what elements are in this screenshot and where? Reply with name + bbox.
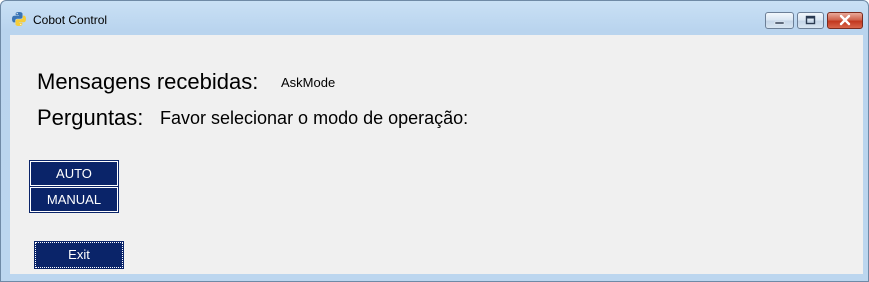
client-area: Mensagens recebidas: AskMode Perguntas: … bbox=[10, 35, 863, 274]
messages-value: AskMode bbox=[281, 75, 336, 90]
auto-mode-button[interactable]: AUTO bbox=[29, 160, 119, 187]
questions-value: Favor selecionar o modo de operação: bbox=[160, 108, 469, 128]
close-icon bbox=[839, 14, 851, 26]
messages-label: Mensagens recebidas: bbox=[37, 69, 259, 94]
maximize-icon bbox=[805, 15, 816, 25]
minimize-button[interactable] bbox=[765, 12, 794, 29]
exit-button[interactable]: Exit bbox=[34, 241, 124, 269]
app-window: Cobot Control Mensagens recebidas: AskMo… bbox=[0, 0, 869, 282]
window-title: Cobot Control bbox=[33, 13, 108, 27]
python-icon bbox=[12, 12, 26, 26]
questions-label: Perguntas: bbox=[37, 105, 144, 130]
maximize-button[interactable] bbox=[797, 12, 824, 29]
minimize-icon bbox=[774, 21, 785, 25]
manual-mode-button[interactable]: MANUAL bbox=[29, 186, 119, 213]
title-bar[interactable]: Cobot Control bbox=[1, 1, 868, 35]
close-button[interactable] bbox=[827, 12, 863, 29]
